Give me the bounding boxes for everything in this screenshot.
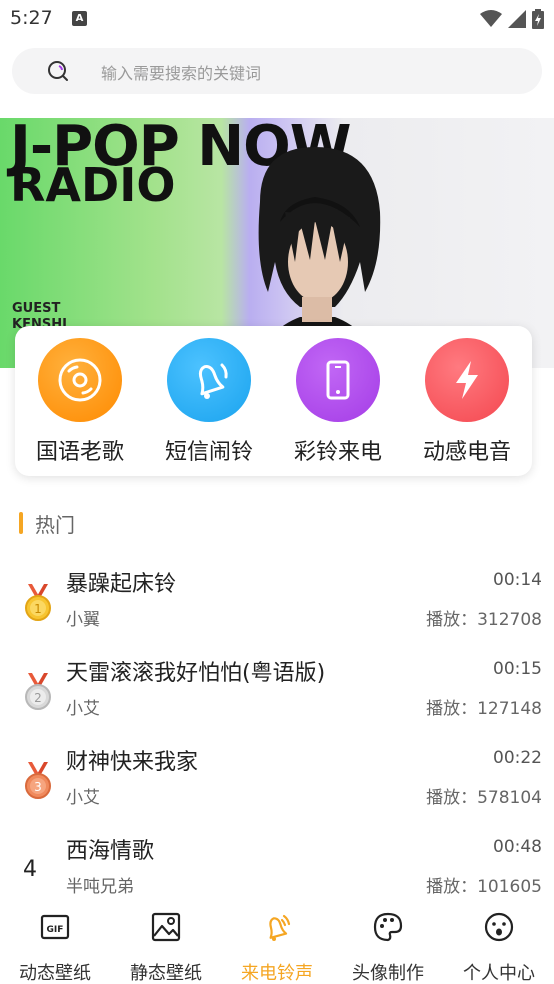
section-title: 热门 bbox=[35, 513, 75, 537]
status-time: 5:27 bbox=[10, 7, 53, 29]
category-guoyu-laoge[interactable]: 国语老歌 bbox=[25, 338, 135, 468]
section-accent-bar bbox=[19, 512, 23, 534]
song-row[interactable]: 3 财神快来我家 小艾 00:22 播放：578104 bbox=[0, 744, 554, 833]
lightning-icon bbox=[425, 338, 509, 422]
palette-icon bbox=[373, 912, 403, 942]
face-icon bbox=[484, 912, 514, 942]
category-label: 国语老歌 bbox=[35, 440, 124, 465]
gold-medal-icon: 1 bbox=[25, 584, 51, 621]
song-artist: 小艾 bbox=[66, 788, 100, 808]
svg-text:3: 3 bbox=[34, 780, 42, 794]
status-bar: 5:27 A bbox=[0, 0, 554, 38]
nav-dynamic-wallpaper[interactable]: GIF 动态壁纸 bbox=[0, 912, 110, 984]
nav-label: 动态壁纸 bbox=[19, 963, 91, 984]
song-play-count: 播放：312708 bbox=[426, 610, 542, 630]
nav-label: 静态壁纸 bbox=[130, 963, 202, 984]
notification-icon: A bbox=[72, 11, 87, 26]
nav-label: 来电铃声 bbox=[241, 963, 313, 984]
category-cailing-laidian[interactable]: 彩铃来电 bbox=[283, 338, 393, 468]
nav-avatar-maker[interactable]: 头像制作 bbox=[333, 912, 443, 984]
bronze-medal-icon: 3 bbox=[25, 762, 51, 799]
song-duration: 00:22 bbox=[493, 748, 542, 768]
svg-text:2: 2 bbox=[34, 691, 42, 705]
song-artist: 小翼 bbox=[66, 610, 100, 630]
category-label: 彩铃来电 bbox=[293, 440, 382, 465]
nav-label: 个人中心 bbox=[463, 963, 535, 984]
song-play-count: 播放：101605 bbox=[426, 877, 542, 897]
nav-static-wallpaper[interactable]: 静态壁纸 bbox=[111, 912, 221, 984]
song-artist: 半吨兄弟 bbox=[66, 877, 134, 897]
song-play-count: 播放：127148 bbox=[426, 699, 542, 719]
song-duration: 00:15 bbox=[493, 659, 542, 679]
image-icon bbox=[151, 912, 181, 942]
status-icons bbox=[480, 8, 544, 30]
svg-text:GIF: GIF bbox=[47, 925, 64, 935]
song-title: 暴躁起床铃 bbox=[66, 572, 177, 597]
rank-number: 4 bbox=[23, 857, 37, 882]
song-title: 西海情歌 bbox=[66, 839, 155, 864]
song-duration: 00:48 bbox=[493, 837, 542, 857]
disc-icon bbox=[38, 338, 122, 422]
song-title: 财神快来我家 bbox=[66, 750, 199, 775]
search-placeholder: 输入需要搜索的关键词 bbox=[101, 64, 262, 83]
search-bar[interactable]: 输入需要搜索的关键词 bbox=[12, 48, 542, 94]
wifi-icon bbox=[480, 10, 502, 27]
banner-subtitle: RADIO bbox=[10, 158, 176, 212]
gif-icon: GIF bbox=[40, 914, 70, 940]
song-row[interactable]: 1 暴躁起床铃 小翼 00:14 播放：312708 bbox=[0, 566, 554, 655]
song-artist: 小艾 bbox=[66, 699, 100, 719]
svg-text:1: 1 bbox=[34, 602, 42, 616]
bottom-nav: GIF 动态壁纸 静态壁纸 来电铃声 头像制作 个人中心 bbox=[0, 904, 554, 984]
category-donggan-dianyin[interactable]: 动感电音 bbox=[412, 338, 522, 468]
song-play-count: 播放：578104 bbox=[426, 788, 542, 808]
battery-icon bbox=[532, 9, 544, 29]
bell-icon bbox=[167, 338, 251, 422]
song-title: 天雷滚滚我好怕怕(粤语版) bbox=[66, 661, 326, 686]
nav-ringtones[interactable]: 来电铃声 bbox=[222, 912, 332, 984]
ringing-bell-icon bbox=[269, 914, 291, 941]
nav-label: 头像制作 bbox=[352, 963, 424, 984]
song-duration: 00:14 bbox=[493, 570, 542, 590]
category-duanxin-naoling[interactable]: 短信闹铃 bbox=[154, 338, 264, 468]
phone-icon bbox=[296, 338, 380, 422]
app-screen: 5:27 A 输入需要搜索的关键词 J-POP NOW RADIO GUEST … bbox=[0, 0, 554, 984]
category-label: 短信闹铃 bbox=[164, 440, 253, 465]
category-card: 国语老歌 短信闹铃 彩铃来电 动感电音 bbox=[15, 326, 532, 476]
banner-guest-label: GUEST bbox=[12, 301, 61, 316]
category-label: 动感电音 bbox=[422, 440, 511, 465]
search-icon bbox=[48, 61, 68, 81]
silver-medal-icon: 2 bbox=[25, 673, 51, 710]
nav-profile[interactable]: 个人中心 bbox=[444, 912, 554, 984]
signal-icon bbox=[508, 10, 526, 28]
song-row[interactable]: 2 天雷滚滚我好怕怕(粤语版) 小艾 00:15 播放：127148 bbox=[0, 655, 554, 744]
